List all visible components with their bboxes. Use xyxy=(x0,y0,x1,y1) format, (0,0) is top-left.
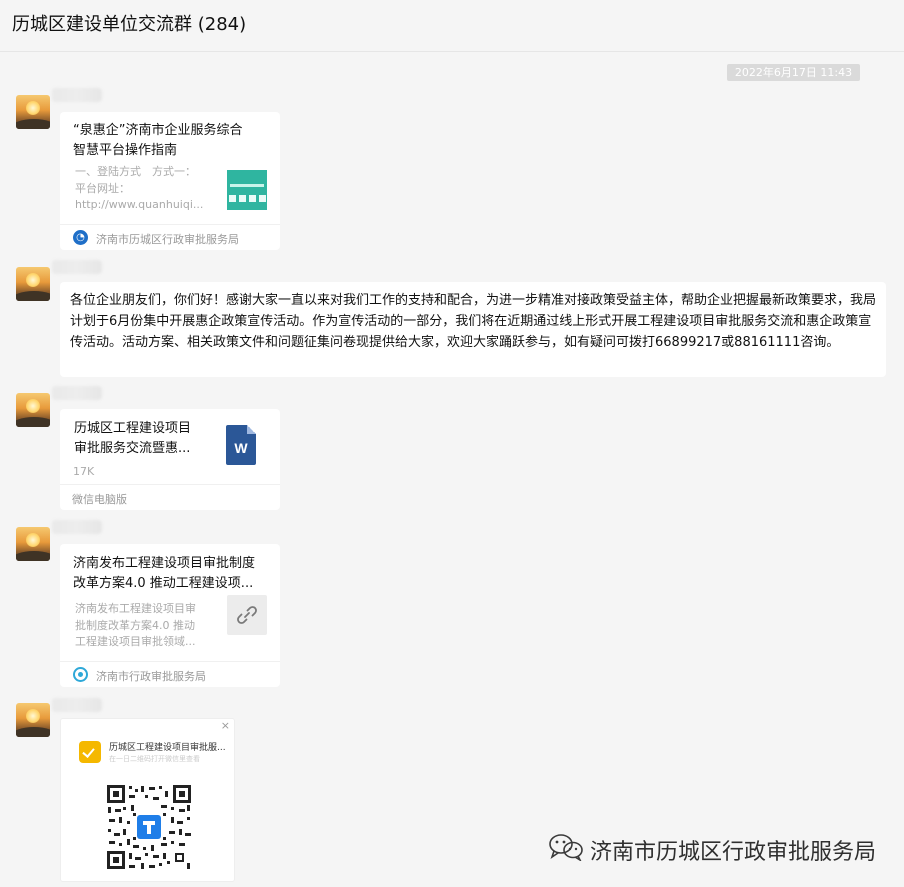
article-thumbnail xyxy=(227,170,267,210)
official-account-icon: ◔ xyxy=(73,230,88,245)
file-size: 17K xyxy=(73,465,95,478)
miniprogram-title: 历城区工程建设项目审批服... xyxy=(109,743,226,753)
avatar[interactable] xyxy=(16,703,50,737)
chat-header: 历城区建设单位交流群 (284) xyxy=(0,0,904,52)
file-name: 历城区工程建设项目 审批服务交流暨惠... xyxy=(74,421,192,456)
word-document-icon: W xyxy=(226,425,256,465)
article-card[interactable]: “泉惠企”济南市企业服务综合 智慧平台操作指南 一、登陆方式 方式一： 平台网址… xyxy=(60,112,280,250)
close-icon[interactable]: × xyxy=(221,719,230,732)
watermark-text: 济南市历城区行政审批服务局 xyxy=(590,840,877,865)
miniprogram-icon xyxy=(79,741,101,763)
wechat-icon xyxy=(549,834,583,861)
qr-code xyxy=(105,783,193,871)
link-source: 济南市行政审批服务局 xyxy=(60,661,280,687)
message-timestamp: 2022年6月17日 11:43 xyxy=(727,64,860,81)
link-thumbnail xyxy=(227,595,267,635)
avatar[interactable] xyxy=(16,393,50,427)
link-description: 济南发布工程建设项目审 批制度改革方案4.0 推动 工程建设项目审批领域... xyxy=(75,602,196,648)
sender-name-redacted xyxy=(52,520,102,534)
sender-name-redacted xyxy=(52,698,102,712)
source-name: 济南市历城区行政审批服务局 xyxy=(96,233,239,246)
official-account-icon xyxy=(73,667,88,682)
link-icon xyxy=(237,606,257,624)
miniprogram-subtitle: 在一日二维码打开微信里查看 xyxy=(109,755,200,763)
link-title: 济南发布工程建设项目审批制度 改革方案4.0 推动工程建设项... xyxy=(73,556,256,591)
source-name: 济南市行政审批服务局 xyxy=(96,670,206,683)
avatar[interactable] xyxy=(16,267,50,301)
article-title: “泉惠企”济南市企业服务综合 智慧平台操作指南 xyxy=(73,123,243,158)
avatar[interactable] xyxy=(16,527,50,561)
link-card[interactable]: 济南发布工程建设项目审批制度 改革方案4.0 推动工程建设项... 济南发布工程… xyxy=(60,544,280,687)
article-description: 一、登陆方式 方式一： 平台网址： http://www.quanhuiqi..… xyxy=(75,165,204,211)
chat-title: 历城区建设单位交流群 (284) xyxy=(12,14,247,35)
sender-name-redacted xyxy=(52,260,102,274)
article-source: ◔ 济南市历城区行政审批服务局 xyxy=(60,224,280,250)
file-card[interactable]: 历城区工程建设项目 审批服务交流暨惠... 17K W 微信电脑版 xyxy=(60,409,280,510)
sender-name-redacted xyxy=(52,88,102,102)
text-message[interactable]: 各位企业朋友们，你们好！感谢大家一直以来对我们工作的支持和配合，为进一步精准对接… xyxy=(60,282,886,377)
source-name: 微信电脑版 xyxy=(72,493,127,506)
miniprogram-card[interactable]: × 历城区工程建设项目审批服... 在一日二维码打开微信里查看 xyxy=(60,718,235,882)
sender-name-redacted xyxy=(52,386,102,400)
file-source: 微信电脑版 xyxy=(60,484,280,510)
avatar[interactable] xyxy=(16,95,50,129)
